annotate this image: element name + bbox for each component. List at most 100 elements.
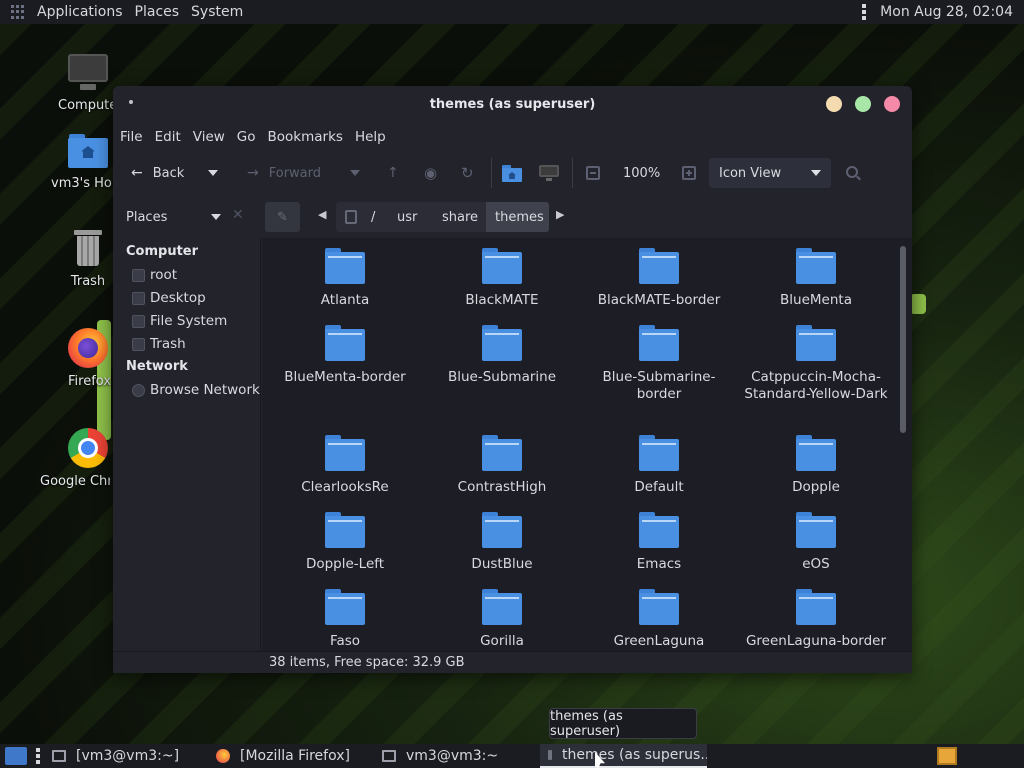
folder-item[interactable]: Blue-Submarine-border [584, 325, 734, 403]
arrow-left-icon: ← [131, 165, 143, 181]
taskbar-item-file-manager[interactable]: themes (as superus... [540, 744, 707, 768]
folder-item[interactable]: Default [584, 435, 734, 496]
file-icon-view[interactable]: Atlanta BlackMATE BlackMATE-border BlueMent… [262, 238, 912, 651]
menu-places[interactable]: Places [129, 4, 186, 20]
menu-edit[interactable]: Edit [149, 129, 187, 145]
taskbar-item-terminal-1[interactable]: [vm3@vm3:~] [50, 744, 210, 768]
toolbar: ← Back → Forward ↑ ◉ ↻ 100% Icon View [113, 152, 912, 194]
view-mode-select[interactable]: Icon View [709, 158, 831, 188]
menu-system[interactable]: System [185, 4, 249, 20]
folder-item[interactable]: Dopple [741, 435, 891, 496]
folder-item[interactable]: Faso [270, 589, 420, 650]
breadcrumb-label: share [442, 209, 479, 225]
menu-file[interactable]: File [113, 129, 149, 145]
breadcrumb-share[interactable]: share [433, 202, 486, 232]
sidebar-item-root[interactable]: root [132, 267, 177, 283]
path-scroll-left-icon[interactable]: ◀ [318, 208, 326, 221]
folder-item[interactable]: BlackMATE [427, 248, 577, 309]
computer-icon[interactable] [539, 165, 559, 181]
taskbar-item-terminal-2[interactable]: vm3@vm3:~ [382, 744, 532, 768]
places-label: Places [126, 209, 168, 225]
folder-item[interactable]: eOS [741, 512, 891, 573]
sidebar-item-desktop[interactable]: Desktop [132, 290, 206, 306]
forward-button[interactable]: → Forward [247, 158, 321, 188]
folder-label: BlackMATE [465, 292, 539, 308]
folder-icon [325, 512, 365, 548]
up-arrow-icon[interactable]: ↑ [387, 158, 399, 188]
sidebar-type-select[interactable]: Places [126, 206, 221, 228]
stop-icon[interactable]: ◉ [424, 158, 437, 188]
folder-item[interactable]: BlackMATE-border [584, 248, 734, 309]
minimize-button[interactable] [826, 96, 842, 112]
menu-go[interactable]: Go [231, 129, 262, 145]
zoom-in-icon[interactable] [682, 166, 696, 180]
top-panel: Applications Places System Mon Aug 28, 0… [0, 0, 1024, 24]
folder-label: BlackMATE-border [597, 292, 721, 308]
home-folder-icon[interactable] [502, 165, 522, 182]
folder-item[interactable]: GreenLaguna-border [741, 589, 891, 650]
clock[interactable]: Mon Aug 28, 02:04 [880, 4, 1024, 20]
folder-item[interactable]: Atlanta [270, 248, 420, 309]
scrollbar-thumb[interactable] [900, 246, 906, 433]
folder-item[interactable]: Gorilla [427, 589, 577, 650]
workspace-switcher[interactable] [937, 747, 957, 765]
show-desktop-icon[interactable] [5, 747, 27, 765]
reload-icon[interactable]: ↻ [461, 158, 474, 188]
maximize-button[interactable] [855, 96, 871, 112]
search-icon-handle [856, 175, 861, 181]
menu-applications[interactable]: Applications [31, 4, 129, 20]
close-sidebar-icon[interactable]: ✕ [232, 207, 244, 223]
breadcrumb-usr[interactable]: usr [388, 202, 433, 232]
taskbar-item-firefox[interactable]: [Mozilla Firefox] [216, 744, 376, 768]
desktop-icon-label: Google Chrome [40, 474, 110, 489]
menu-bar: File Edit View Go Bookmarks Help [113, 126, 392, 148]
toolbar-separator [572, 158, 573, 188]
folder-icon [325, 248, 365, 284]
menu-view[interactable]: View [187, 129, 231, 145]
pencil-icon: ✎ [277, 210, 288, 225]
applications-grid-icon[interactable] [11, 5, 25, 19]
folder-item[interactable]: GreenLaguna [584, 589, 734, 650]
folder-icon [796, 435, 836, 471]
folder-item[interactable]: Catppuccin-Mocha-Standard-Yellow-Dark [741, 325, 891, 403]
drive-icon [345, 210, 357, 224]
sidebar-item-browse-network[interactable]: Browse Network [132, 382, 260, 398]
edit-path-button[interactable]: ✎ [265, 202, 300, 232]
folder-label: eOS [802, 556, 830, 572]
folder-item[interactable]: BlueMenta [741, 248, 891, 309]
drive-icon [132, 314, 145, 328]
view-mode-label: Icon View [719, 165, 782, 181]
menu-bookmarks[interactable]: Bookmarks [262, 129, 349, 145]
folder-item[interactable]: Emacs [584, 512, 734, 573]
folder-item[interactable]: ContrastHigh [427, 435, 577, 496]
folder-item[interactable]: BlueMenta-border [270, 325, 420, 386]
panel-handle-icon[interactable] [36, 748, 40, 764]
folder-label: ClearlooksRe [301, 479, 389, 495]
panel-handle-icon[interactable] [862, 4, 867, 20]
folder-item[interactable]: Blue-Submarine [427, 325, 577, 386]
back-label: Back [152, 165, 185, 181]
folder-icon [639, 435, 679, 471]
folder-item[interactable]: ClearlooksRe [270, 435, 420, 496]
trash-icon [132, 337, 145, 351]
menu-help[interactable]: Help [349, 129, 392, 145]
forward-history-dropdown[interactable] [350, 158, 360, 188]
zoom-out-icon[interactable] [586, 166, 600, 180]
folder-icon [639, 248, 679, 284]
close-button[interactable] [884, 96, 900, 112]
folder-item[interactable]: Dopple-Left [270, 512, 420, 573]
folder-item[interactable]: DustBlue [427, 512, 577, 573]
window-menu-icon[interactable] [129, 100, 133, 104]
sidebar-item-label: root [150, 267, 178, 283]
breadcrumb-root[interactable]: / [336, 202, 388, 232]
path-scroll-right-icon[interactable]: ▶ [556, 208, 564, 221]
breadcrumb-themes[interactable]: themes [486, 202, 549, 232]
folder-label: Blue-Submarine-border [602, 369, 716, 402]
title-bar[interactable]: themes (as superuser) [113, 86, 912, 123]
folder-icon [482, 435, 522, 471]
back-button[interactable]: ← Back [131, 158, 184, 188]
sidebar-item-trash[interactable]: Trash [132, 336, 186, 352]
back-history-dropdown[interactable] [208, 158, 218, 188]
sidebar-item-file-system[interactable]: File System [132, 313, 227, 329]
sidebar-item-label: Trash [150, 336, 186, 352]
